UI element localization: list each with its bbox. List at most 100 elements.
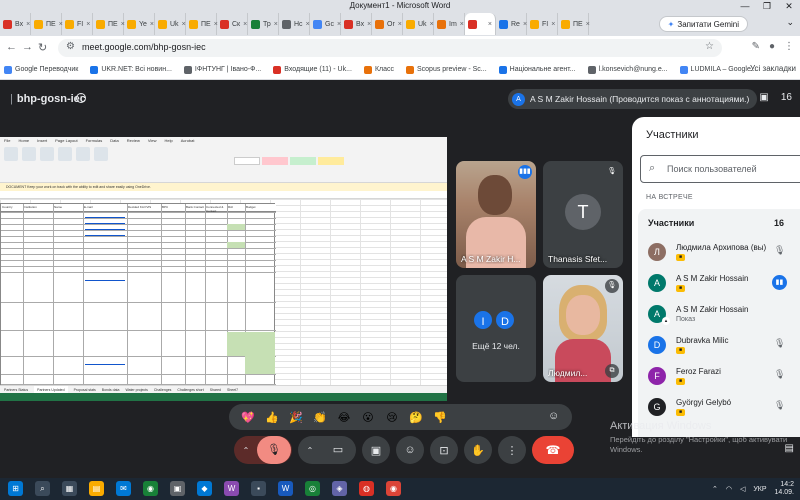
reaction-emoji[interactable]: 👏 (313, 411, 327, 424)
reaction-emoji[interactable]: 👍 (265, 411, 279, 424)
bookmark-star-icon[interactable]: ☆ (705, 41, 714, 52)
mic-options-icon[interactable]: ⌃ (235, 446, 257, 455)
tab-close-icon[interactable]: × (460, 21, 464, 28)
taskbar-app-icon[interactable]: ✉ (116, 481, 131, 496)
taskbar-app-icon[interactable]: ◎ (305, 481, 320, 496)
tab-close-icon[interactable]: × (274, 21, 278, 28)
all-bookmarks-button[interactable]: Усі закладки (750, 64, 796, 73)
bookmark-item[interactable]: Класс (363, 65, 394, 74)
taskbar-app-icon[interactable]: ◍ (359, 481, 374, 496)
taskbar-app-icon[interactable]: ▦ (62, 481, 77, 496)
mic-off-icon[interactable]: 🎙 (257, 436, 291, 464)
chat-icon[interactable]: ▤ (785, 443, 794, 454)
close-window-button[interactable]: ✕ (778, 0, 800, 12)
reaction-emoji[interactable]: 😢 (385, 411, 399, 424)
reaction-emoji[interactable]: 😂 (337, 411, 351, 424)
browser-tab[interactable]: Ye × (124, 13, 155, 35)
bookmark-item[interactable]: Національне агент... (498, 65, 576, 74)
browser-tab[interactable]: ПЕ × (558, 13, 590, 35)
raise-hand-button[interactable]: ✋ (464, 436, 492, 464)
participant-row[interactable]: G Györgyi Gelybó ■ 🎙 (638, 392, 800, 423)
tab-close-icon[interactable]: × (367, 21, 371, 28)
reactions-button[interactable]: ☺ (396, 436, 424, 464)
stop-share-icon[interactable]: ▣ (759, 92, 768, 103)
participant-row[interactable]: A A S M Zakir Hossain ■ ▮▮ (638, 268, 800, 299)
bookmark-item[interactable]: LUDMILA – Google... (679, 65, 757, 74)
more-participants-tile[interactable]: I D Ещё 12 чел. (456, 275, 536, 382)
taskbar-app-icon[interactable]: W (224, 481, 239, 496)
tab-close-icon[interactable]: × (551, 21, 555, 28)
tab-close-icon[interactable]: × (398, 21, 402, 28)
tab-close-icon[interactable]: × (586, 21, 590, 28)
reaction-emoji[interactable]: 😮 (361, 411, 375, 424)
taskbar-app-icon[interactable]: ▣ (170, 481, 185, 496)
present-button[interactable]: ▣ (362, 436, 390, 464)
browser-tab[interactable]: Or × (372, 13, 403, 35)
participants-group-header[interactable]: Участники 16 (638, 209, 800, 237)
taskbar-app-icon[interactable]: ⊞ (8, 481, 23, 496)
profile-icon[interactable]: ● (769, 41, 775, 52)
presenter-chip[interactable]: A A S M Zakir Hossain (Проводится показ … (508, 89, 758, 109)
tab-close-icon[interactable]: × (150, 21, 154, 28)
taskbar-app-icon[interactable]: ◈ (332, 481, 347, 496)
taskbar-app-icon[interactable]: ▪ (251, 481, 266, 496)
more-options-button[interactable]: ⋮ (498, 436, 526, 464)
mic-control[interactable]: ⌃ 🎙 (234, 436, 292, 464)
add-reaction-icon[interactable]: ☺ (548, 410, 559, 422)
participant-tile-zakir[interactable]: ▮▮▮ A S M Zakir H... (456, 161, 536, 268)
language-indicator[interactable]: УКР (753, 486, 766, 493)
taskbar-app-icon[interactable]: W (278, 481, 293, 496)
reaction-emoji[interactable]: 🤔 (409, 411, 423, 424)
browser-tab[interactable]: FI × (62, 13, 93, 35)
maximize-button[interactable]: ❐ (756, 0, 778, 12)
browser-tab[interactable]: × (465, 13, 496, 35)
pip-icon[interactable]: ⧉ (605, 364, 619, 378)
browser-tab[interactable]: ПЕ × (186, 13, 218, 35)
reaction-emoji[interactable]: 🎉 (289, 411, 303, 424)
participant-tile-thanasis[interactable]: 🎙 T Thanasis Sfet... (543, 161, 623, 268)
tab-close-icon[interactable]: × (26, 21, 30, 28)
browser-tab[interactable]: Re × (496, 13, 527, 35)
browser-tab[interactable]: Нс × (279, 13, 310, 35)
site-info-icon[interactable]: ⚙ (66, 41, 75, 52)
bookmark-item[interactable]: ІФНТУНГ | Івано-Ф... (183, 65, 261, 74)
bookmark-item[interactable]: Google Переводчик (4, 65, 78, 74)
reload-icon[interactable]: ↻ (38, 41, 47, 54)
camera-icon[interactable]: ▭ (321, 436, 355, 464)
browser-tab[interactable]: Im × (434, 13, 465, 35)
info-icon[interactable]: i (76, 93, 86, 103)
taskbar-app-icon[interactable]: ◉ (143, 481, 158, 496)
participant-row[interactable]: D Dubravka Milic ■ 🎙 (638, 330, 800, 361)
tab-close-icon[interactable]: × (488, 21, 492, 28)
leave-call-button[interactable]: ☎ (532, 436, 574, 464)
browser-tab[interactable]: Вх × (341, 13, 372, 35)
captions-button[interactable]: ⊡ (430, 436, 458, 464)
clock[interactable]: 14:2 14.09. (775, 481, 794, 497)
wifi-icon[interactable]: ◠ (726, 485, 732, 493)
reaction-emoji[interactable]: 💖 (241, 411, 255, 424)
browser-tab[interactable]: Uk × (403, 13, 434, 35)
bookmark-item[interactable]: Scopus preview - Sc... (406, 65, 487, 74)
url-text[interactable]: meet.google.com/bhp-gosn-iec (82, 42, 206, 52)
omnibox[interactable]: ⚙ meet.google.com/bhp-gosn-iec ☆ (58, 39, 722, 57)
participant-row[interactable]: Л Людмила Архипова (вы) ■ 🎙 (638, 237, 800, 268)
bookmark-item[interactable]: UKR.NET: Всі новин... (90, 65, 172, 74)
back-icon[interactable]: ← (6, 41, 17, 53)
extensions-icon[interactable]: ✎ (752, 41, 760, 52)
browser-tab[interactable]: Тр × (248, 13, 279, 35)
browser-tab[interactable]: Gc × (310, 13, 341, 35)
participant-tile-ludmila[interactable]: 🎙 Людмил... ⧉ (543, 275, 623, 382)
camera-control[interactable]: ⌃ ▭ (298, 436, 356, 464)
taskbar-app-icon[interactable]: ◉ (386, 481, 401, 496)
participant-row[interactable]: AA S M Zakir Hossain ▴ Показ (638, 299, 800, 330)
minimize-button[interactable]: — (734, 0, 756, 12)
browser-tab[interactable]: FI × (527, 13, 558, 35)
browser-tab[interactable]: Вх × (0, 13, 31, 35)
browser-tab[interactable]: ПЕ × (93, 13, 125, 35)
forward-icon[interactable]: → (22, 41, 33, 53)
taskbar-app-icon[interactable]: ⌕ (35, 481, 50, 496)
search-input[interactable]: ⌕ Поиск пользователей (640, 155, 800, 183)
browser-tab[interactable]: Uk × (155, 13, 186, 35)
menu-icon[interactable]: ⋮ (784, 41, 794, 52)
tray-chevron-icon[interactable]: ⌃ (712, 485, 718, 493)
